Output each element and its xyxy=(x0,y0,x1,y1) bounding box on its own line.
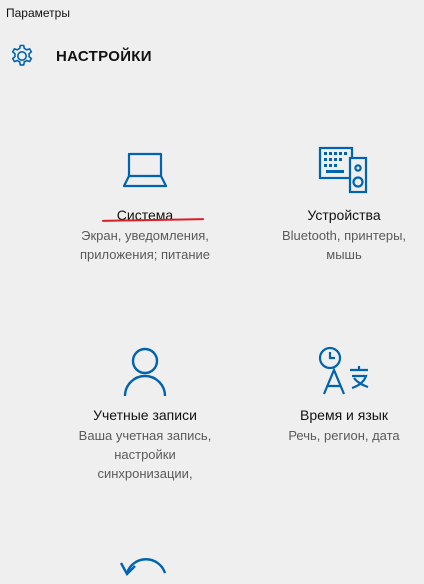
tile-accounts-desc-line2: настройки xyxy=(114,447,176,462)
settings-header: НАСТРОЙКИ xyxy=(8,40,152,72)
tile-accounts-desc-line1: Ваша учетная запись, xyxy=(78,428,212,443)
tile-system-title: Система xyxy=(116,207,174,223)
tile-system-desc-line2: приложения; питание xyxy=(80,247,210,262)
tile-system[interactable]: Система Экран, уведомления, приложения; … xyxy=(55,150,235,264)
tile-update[interactable] xyxy=(55,543,235,584)
tile-devices[interactable]: Устройства Bluetooth, принтеры, мышь xyxy=(254,142,424,264)
tile-devices-title: Устройства xyxy=(307,207,381,223)
page-title: НАСТРОЙКИ xyxy=(56,47,152,65)
update-icon xyxy=(119,558,167,576)
tile-accounts-title: Учетные записи xyxy=(93,407,197,423)
tile-accounts-desc-line3: синхронизации, xyxy=(97,466,193,481)
person-icon xyxy=(123,347,167,397)
tile-accounts[interactable]: Учетные записи Ваша учетная запись, наст… xyxy=(55,344,235,483)
settings-window: Параметры НАСТРОЙКИ Система Экран, уведо… xyxy=(0,0,424,584)
gear-icon xyxy=(8,42,36,70)
devices-icon xyxy=(318,146,368,194)
window-title: Параметры xyxy=(6,6,70,20)
time-language-icon xyxy=(318,346,369,395)
laptop-icon xyxy=(122,152,168,188)
tile-system-desc-line1: Экран, уведомления, xyxy=(81,228,209,243)
tile-time-language[interactable]: Время и язык Речь, регион, дата xyxy=(254,344,424,445)
tile-devices-desc-line2: мышь xyxy=(326,247,362,262)
tile-time-language-title: Время и язык xyxy=(300,407,388,423)
tile-devices-desc-line1: Bluetooth, принтеры, xyxy=(281,228,407,243)
tile-time-language-desc-line1: Речь, регион, дата xyxy=(288,428,400,443)
